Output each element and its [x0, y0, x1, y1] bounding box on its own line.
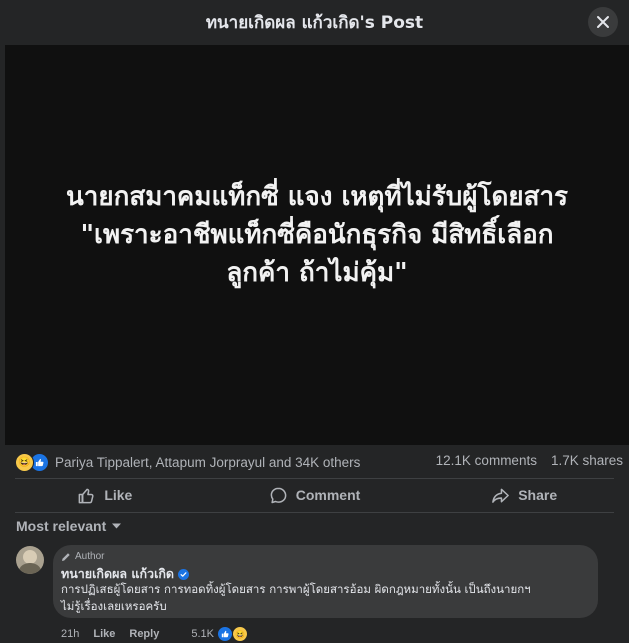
- comment-text: การปฏิเสธผู้โดยสาร การทอดทิ้งผู้โดยสาร ก…: [61, 581, 591, 615]
- haha-reaction-icon: 😆: [15, 453, 34, 472]
- verified-icon: [178, 568, 190, 580]
- comment-text-line: ไม่รู้เรื่องเลยเหรอครับ: [61, 599, 167, 613]
- divider: [15, 478, 614, 479]
- comment-meta: 21h Like Reply 5.1K 😆: [61, 626, 248, 642]
- author-badge: Author: [61, 551, 104, 562]
- close-icon: [597, 16, 609, 28]
- like-icon: [78, 488, 94, 503]
- share-icon: [492, 488, 510, 503]
- action-bar: Like Comment Share: [0, 480, 629, 510]
- sort-label: Most relevant: [16, 518, 107, 534]
- comment-bubble: Author ทนายเกิดผล แก้วเกิด การปฏิเสธผู้โ…: [53, 545, 598, 618]
- divider: [15, 512, 614, 513]
- author-badge-label: Author: [75, 551, 105, 562]
- close-button[interactable]: [588, 7, 618, 37]
- image-text-line: ลูกค้า ถ้าไม่คุ้ม": [226, 258, 408, 288]
- comment-icon: [270, 487, 287, 503]
- comment-reaction-count: 5.1K: [191, 628, 214, 640]
- comment-sort-dropdown[interactable]: Most relevant: [16, 518, 122, 534]
- reactors-text[interactable]: Pariya Tippalert, Attapum Jorprayul and …: [55, 455, 360, 470]
- engagement-counts: 12.1K comments 1.7K shares: [436, 453, 623, 468]
- post-image-text: นายกสมาคมแท็กซี่ แจง เหตุที่ไม่รับผู้โดย…: [27, 178, 607, 292]
- comment-reactions[interactable]: 5.1K 😆: [191, 626, 248, 642]
- comment-like-button[interactable]: Like: [93, 628, 115, 640]
- like-label: Like: [104, 487, 133, 503]
- post-image[interactable]: นายกสมาคมแท็กซี่ แจง เหตุที่ไม่รับผู้โดย…: [5, 45, 629, 445]
- comment-text-line: การปฏิเสธผู้โดยสาร การทอดทิ้งผู้โดยสาร ก…: [61, 582, 531, 596]
- reaction-summary[interactable]: 😆 Pariya Tippalert, Attapum Jorprayul an…: [15, 453, 360, 472]
- share-label: Share: [518, 487, 558, 503]
- comment-button[interactable]: Comment: [210, 480, 420, 510]
- comment-label: Comment: [295, 487, 361, 503]
- comment-reply-button[interactable]: Reply: [129, 628, 159, 640]
- haha-reaction-icon: 😆: [231, 626, 248, 642]
- like-reaction-icon: [216, 626, 233, 642]
- post-title: ทนายเกิดผล แก้วเกิด's Post: [205, 13, 424, 33]
- comment-time[interactable]: 21h: [61, 628, 79, 640]
- image-text-line: "เพราะอาชีพแท็กซี่คือนักธุรกิจ มีสิทธิ์เ…: [80, 220, 554, 250]
- avatar[interactable]: [16, 546, 44, 574]
- pencil-icon: [62, 552, 70, 561]
- post-header: ทนายเกิดผล แก้วเกิด's Post: [0, 0, 629, 45]
- caret-down-icon: [112, 523, 122, 529]
- post-stats: 😆 Pariya Tippalert, Attapum Jorprayul an…: [0, 445, 629, 477]
- comments-count[interactable]: 12.1K comments: [436, 453, 537, 468]
- shares-count[interactable]: 1.7K shares: [551, 453, 623, 468]
- share-button[interactable]: Share: [419, 480, 629, 510]
- like-button[interactable]: Like: [0, 480, 210, 510]
- image-text-line: นายกสมาคมแท็กซี่ แจง เหตุที่ไม่รับผู้โดย…: [65, 182, 569, 212]
